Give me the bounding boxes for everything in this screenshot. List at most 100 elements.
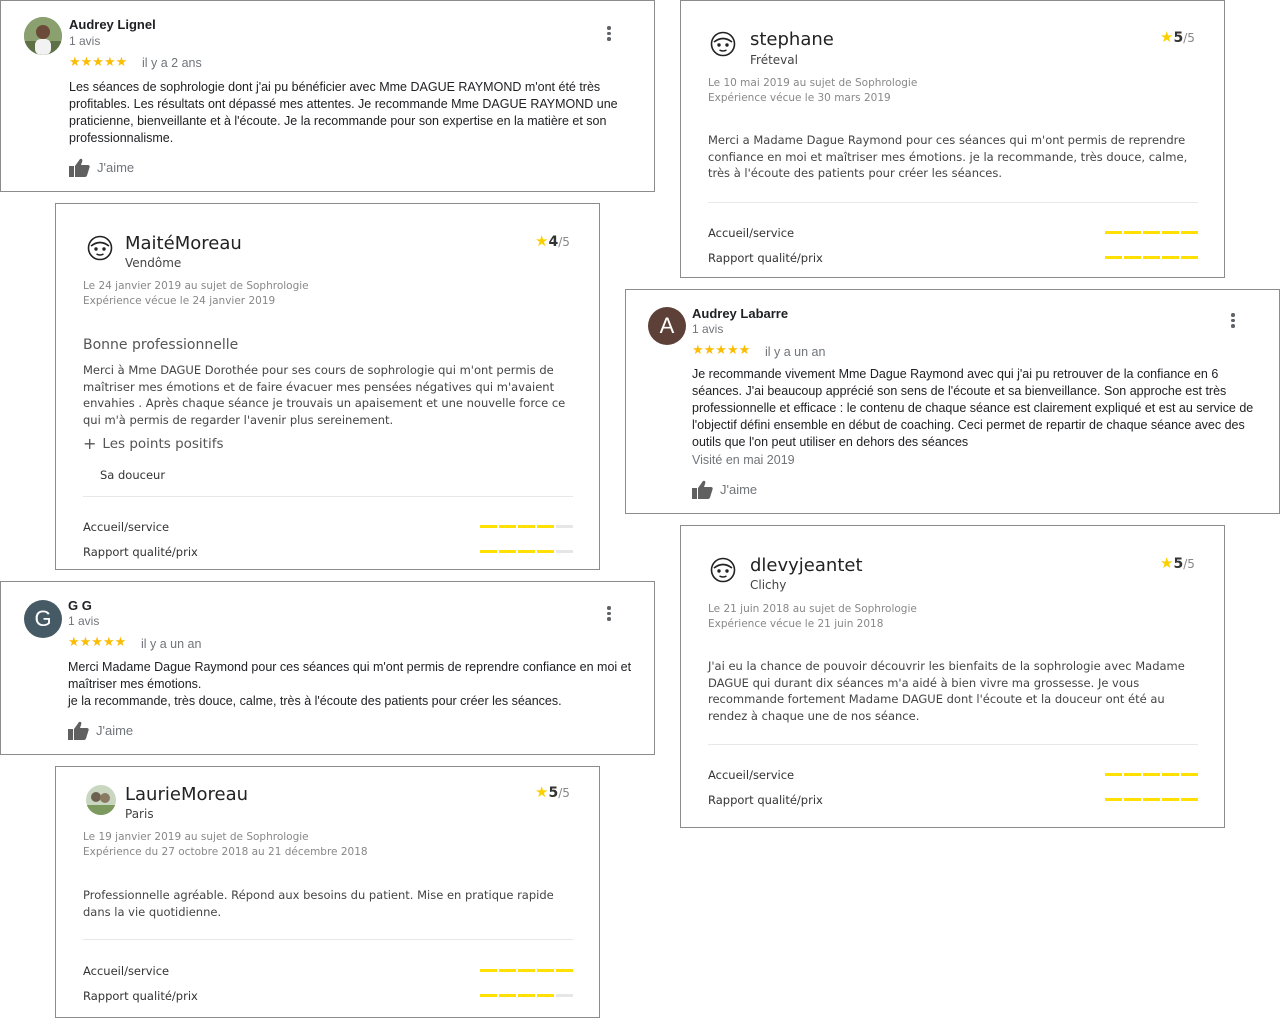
star-icon: ★ [1160,554,1174,572]
rating: ★4/5 [535,232,570,250]
score-segment [480,994,497,997]
score-segment [499,994,516,997]
experience-date: Expérience vécue le 24 janvier 2019 [83,295,276,307]
review-card-audrey-lignel: Audrey Lignel 1 avis ★★★★★ il y a 2 ans … [0,0,655,192]
avatar[interactable] [24,17,62,55]
score-segment [1162,256,1179,259]
review-text: Professionnelle agréable. Répond aux bes… [83,888,554,919]
rating-total: /5 [1183,31,1195,45]
score-segment [1105,798,1122,801]
more-vert-icon[interactable] [601,604,617,624]
rapport-label: Rapport qualité/prix [83,989,198,1003]
like-button[interactable]: J'aime [69,158,134,177]
score-segment [480,969,497,972]
review-count[interactable]: 1 avis [692,322,723,336]
score-segment [1143,773,1160,776]
anonymous-face-icon [87,235,113,261]
divider [83,496,573,497]
rating: ★5/5 [1160,554,1195,572]
review-text: Merci Madame Dague Raymond pour ces séan… [68,660,632,708]
divider [83,939,573,940]
reviewer-name[interactable]: dlevyjeantet [750,555,863,576]
experience-date: Expérience vécue le 30 mars 2019 [708,92,891,104]
positives-label: Les points positifs [102,435,224,452]
review-text: Je recommande vivement Mme Dague Raymond… [692,367,1254,449]
experience-date: Expérience du 27 octobre 2018 au 21 déce… [83,846,368,858]
review-date: il y a un an [141,637,202,651]
thumb-up-icon [68,721,89,740]
score-segment [556,969,573,972]
score-segment [556,550,573,553]
score-segment [518,550,535,553]
star-rating: ★★★★★ [68,634,127,649]
score-segment [480,525,497,528]
plus-icon: + [83,434,97,453]
score-segment [1143,231,1160,234]
reviewer-name[interactable]: stephane [750,29,834,50]
score-segment [1124,798,1141,801]
reviewer-name[interactable]: LaurieMoreau [125,784,248,805]
avatar[interactable] [86,785,116,815]
score-segment [499,969,516,972]
accueil-label: Accueil/service [708,768,795,782]
review-card-stephane: stephane Fréteval ★5/5 Le 10 mai 2019 au… [680,0,1225,278]
star-icon: ★ [1160,28,1174,46]
review-date: il y a un an [765,345,826,359]
reviewer-city: Clichy [750,578,787,592]
score-segment [537,969,554,972]
star-icon: ★ [535,783,549,801]
score-segment [1181,231,1198,234]
rating-value: 5 [1173,30,1184,46]
avatar[interactable]: A [648,307,686,345]
rating-total: /5 [558,786,570,800]
thumb-up-icon [69,158,90,177]
review-text: Merci à Mme DAGUE Dorothée pour ses cour… [83,363,566,427]
reviewer-name[interactable]: MaitéMoreau [125,233,242,254]
score-segment [1162,231,1179,234]
score-segment [1124,231,1141,234]
rating-total: /5 [1183,557,1195,571]
score-segment [1124,256,1141,259]
score-segment [518,969,535,972]
score-segment [1181,798,1198,801]
rating-value: 4 [548,234,559,250]
review-title: Bonne professionnelle [83,337,239,353]
reviewer-name[interactable]: G G [68,598,92,613]
accueil-score-bar [480,525,573,528]
thumb-up-icon [692,480,713,499]
review-card-gg: G G G 1 avis ★★★★★ il y a un an Merci Ma… [0,581,655,755]
review-count[interactable]: 1 avis [69,34,100,48]
reviewer-name[interactable]: Audrey Lignel [69,17,156,32]
rating: ★5/5 [1160,28,1195,46]
like-label: J'aime [97,160,135,175]
reviewer-name[interactable]: Audrey Labarre [692,306,788,321]
avatar[interactable]: G [24,600,62,638]
experience-date: Expérience vécue le 21 juin 2018 [708,618,884,630]
divider [708,202,1198,203]
rapport-label: Rapport qualité/prix [708,793,823,807]
accueil-label: Accueil/service [83,520,170,534]
review-card-dlevyjeantet: dlevyjeantet Clichy ★5/5 Le 21 juin 2018… [680,525,1225,828]
anonymous-face-icon [710,31,736,57]
like-label: J'aime [96,723,134,738]
score-segment [1181,773,1198,776]
like-button[interactable]: J'aime [68,721,133,740]
more-vert-icon[interactable] [601,24,617,44]
reviewer-city: Vendôme [125,256,182,270]
review-count[interactable]: 1 avis [68,614,99,628]
score-segment [1181,256,1198,259]
accueil-score-bar [480,969,573,972]
reviewer-city: Fréteval [750,53,798,67]
positives-toggle[interactable]: + Les points positifs [83,434,224,453]
anonymous-face-icon [710,557,736,583]
divider [708,744,1198,745]
rapport-label: Rapport qualité/prix [83,545,198,559]
review-card-audrey-labarre: A Audrey Labarre 1 avis ★★★★★ il y a un … [625,289,1280,514]
like-label: J'aime [720,482,758,497]
score-segment [556,994,573,997]
score-segment [1162,773,1179,776]
accueil-label: Accueil/service [83,964,170,978]
rapport-score-bar [1105,256,1198,259]
like-button[interactable]: J'aime [692,480,757,499]
more-vert-icon[interactable] [1225,311,1241,331]
